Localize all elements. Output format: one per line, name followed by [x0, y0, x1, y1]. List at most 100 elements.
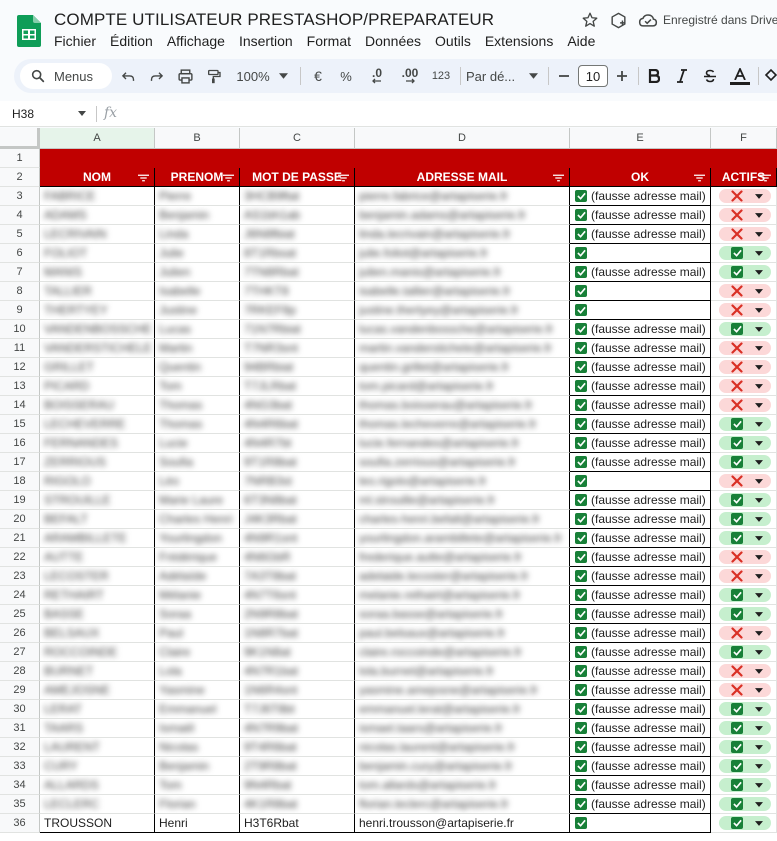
- cell-mdp[interactable]: 4N7R1bat: [240, 662, 355, 681]
- chip-dropdown-icon[interactable]: [755, 706, 763, 712]
- cell-prenom[interactable]: Emmanuel: [155, 700, 240, 719]
- checkbox-checked[interactable]: [575, 247, 587, 259]
- chip-dropdown-icon[interactable]: [755, 497, 763, 503]
- cell-actifs[interactable]: [711, 567, 777, 586]
- chip-dropdown-icon[interactable]: [755, 687, 763, 693]
- cell-nom[interactable]: STROUILLE: [40, 491, 155, 510]
- checkbox-checked[interactable]: [575, 551, 587, 563]
- checkbox-checked[interactable]: [575, 665, 587, 677]
- cell-prenom[interactable]: Nicolas: [155, 738, 240, 757]
- row-header-26[interactable]: 26: [0, 624, 40, 643]
- increase-font-size-button[interactable]: [614, 59, 630, 93]
- cell-mdp[interactable]: T7JLRbat: [240, 377, 355, 396]
- spreadsheet-grid[interactable]: A B C D E F 1 2 NOM PRENOM MOT DE PASSE ADRESSE MAI…: [0, 128, 777, 841]
- sheets-logo-icon[interactable]: [17, 15, 41, 47]
- cell-mail[interactable]: thomas.boisserau@artapiserie.fr: [355, 396, 570, 415]
- checkbox-checked[interactable]: [575, 817, 587, 829]
- menu-edition[interactable]: Édition: [110, 33, 153, 49]
- cell-ok[interactable]: (fausse adresse mail): [570, 795, 711, 814]
- checkbox-checked[interactable]: [575, 323, 587, 335]
- row-header-2[interactable]: 2: [0, 168, 40, 187]
- checkbox-checked[interactable]: [731, 437, 743, 449]
- select-all-corner[interactable]: [0, 128, 40, 149]
- cell-nom[interactable]: MANIS: [40, 263, 155, 282]
- cell-mail[interactable]: claire.roccoinde@artapiserie.fr: [355, 643, 570, 662]
- cell-mail[interactable]: lola.burnet@artapiserie.fr: [355, 662, 570, 681]
- number-format-button[interactable]: 123: [428, 59, 454, 93]
- status-chip-active[interactable]: [719, 778, 771, 792]
- cell-prenom[interactable]: Yourlingdon: [155, 529, 240, 548]
- cell-prenom[interactable]: Isabelle: [155, 282, 240, 301]
- status-chip-inactive[interactable]: [719, 626, 771, 640]
- row-header-35[interactable]: 35: [0, 795, 40, 814]
- checkbox-checked[interactable]: [731, 646, 743, 658]
- cell-actifs[interactable]: [711, 396, 777, 415]
- cell-prenom[interactable]: Soufia: [155, 453, 240, 472]
- status-chip-active[interactable]: [719, 322, 771, 336]
- row-header-14[interactable]: 14: [0, 396, 40, 415]
- cell-mdp[interactable]: 9N4Rbat: [240, 776, 355, 795]
- status-chip-active[interactable]: [719, 512, 771, 526]
- filter-icon[interactable]: [553, 174, 564, 182]
- menu-fichier[interactable]: Fichier: [54, 33, 96, 49]
- cell-mdp[interactable]: 71N7Rbiat: [240, 320, 355, 339]
- cell-mdp[interactable]: 7THKT8: [240, 282, 355, 301]
- cell-ok[interactable]: [570, 301, 711, 320]
- cell-nom[interactable]: BURNET: [40, 662, 155, 681]
- cell-nom[interactable]: BOISSERAU: [40, 396, 155, 415]
- chip-dropdown-icon[interactable]: [755, 744, 763, 750]
- cell-nom[interactable]: RETHAIRT: [40, 586, 155, 605]
- checkbox-checked[interactable]: [575, 722, 587, 734]
- row-header-22[interactable]: 22: [0, 548, 40, 567]
- row-header-11[interactable]: 11: [0, 339, 40, 358]
- font-family-dropdown[interactable]: Par dé...: [466, 59, 522, 93]
- chip-dropdown-icon[interactable]: [755, 212, 763, 218]
- cell-mdp[interactable]: 7RKEF8p: [240, 301, 355, 320]
- checkbox-checked[interactable]: [731, 589, 743, 601]
- cell-prenom[interactable]: Linda: [155, 225, 240, 244]
- cell-mdp[interactable]: J6N8fbiat: [240, 225, 355, 244]
- print-button[interactable]: [174, 59, 196, 93]
- cell-nom[interactable]: GRILLET: [40, 358, 155, 377]
- chip-dropdown-icon[interactable]: [755, 345, 763, 351]
- row-header-28[interactable]: 28: [0, 662, 40, 681]
- row-header-7[interactable]: 7: [0, 263, 40, 282]
- cell-mail[interactable]: isabelle.tallier@artapiserie.fr: [355, 282, 570, 301]
- cell-ok[interactable]: (fausse adresse mail): [570, 681, 711, 700]
- status-chip-active[interactable]: [719, 645, 771, 659]
- cell-mail[interactable]: emmanuel.lerat@artapiserie.fr: [355, 700, 570, 719]
- cell-prenom[interactable]: Adélaïde: [155, 567, 240, 586]
- cell-nom[interactable]: LECLERC: [40, 795, 155, 814]
- cell-ok[interactable]: (fausse adresse mail): [570, 491, 711, 510]
- cell-prenom[interactable]: Frédérique: [155, 548, 240, 567]
- status-chip-active[interactable]: [719, 493, 771, 507]
- cell-actifs[interactable]: [711, 529, 777, 548]
- cell-nom[interactable]: BEFALT: [40, 510, 155, 529]
- status-chip-active[interactable]: [719, 531, 771, 545]
- strikethrough-button[interactable]: [700, 59, 720, 93]
- cell-mail[interactable]: pierre.fabrice@artapiserie.fr: [355, 187, 570, 206]
- cell-mdp[interactable]: 4N7T6snt: [240, 586, 355, 605]
- chip-dropdown-icon[interactable]: [755, 288, 763, 294]
- cell-prenom[interactable]: Pierre: [155, 187, 240, 206]
- status-chip-active[interactable]: [719, 721, 771, 735]
- cell-mdp[interactable]: AS1bh1ab: [240, 206, 355, 225]
- increase-decimals-button[interactable]: .00: [396, 59, 424, 93]
- cell-prenom[interactable]: Benjamin: [155, 206, 240, 225]
- checkbox-checked[interactable]: [731, 779, 743, 791]
- cell-ok[interactable]: (fausse adresse mail): [570, 529, 711, 548]
- checkbox-checked[interactable]: [731, 760, 743, 772]
- chip-dropdown-icon[interactable]: [755, 782, 763, 788]
- cell-actifs[interactable]: [711, 491, 777, 510]
- chip-dropdown-icon[interactable]: [755, 402, 763, 408]
- cell-mail[interactable]: soraa.basse@artapiserie.fr: [355, 605, 570, 624]
- filter-icon[interactable]: [694, 174, 705, 182]
- row-header-16[interactable]: 16: [0, 434, 40, 453]
- menu-extensions[interactable]: Extensions: [485, 33, 553, 49]
- cell-prenom[interactable]: Yasmine: [155, 681, 240, 700]
- cell-mdp[interactable]: J4K3Rbat: [240, 510, 355, 529]
- status-chip-inactive[interactable]: [719, 189, 771, 203]
- cell-prenom[interactable]: Quentin: [155, 358, 240, 377]
- cell-actifs[interactable]: [711, 472, 777, 491]
- status-chip-active[interactable]: [719, 607, 771, 621]
